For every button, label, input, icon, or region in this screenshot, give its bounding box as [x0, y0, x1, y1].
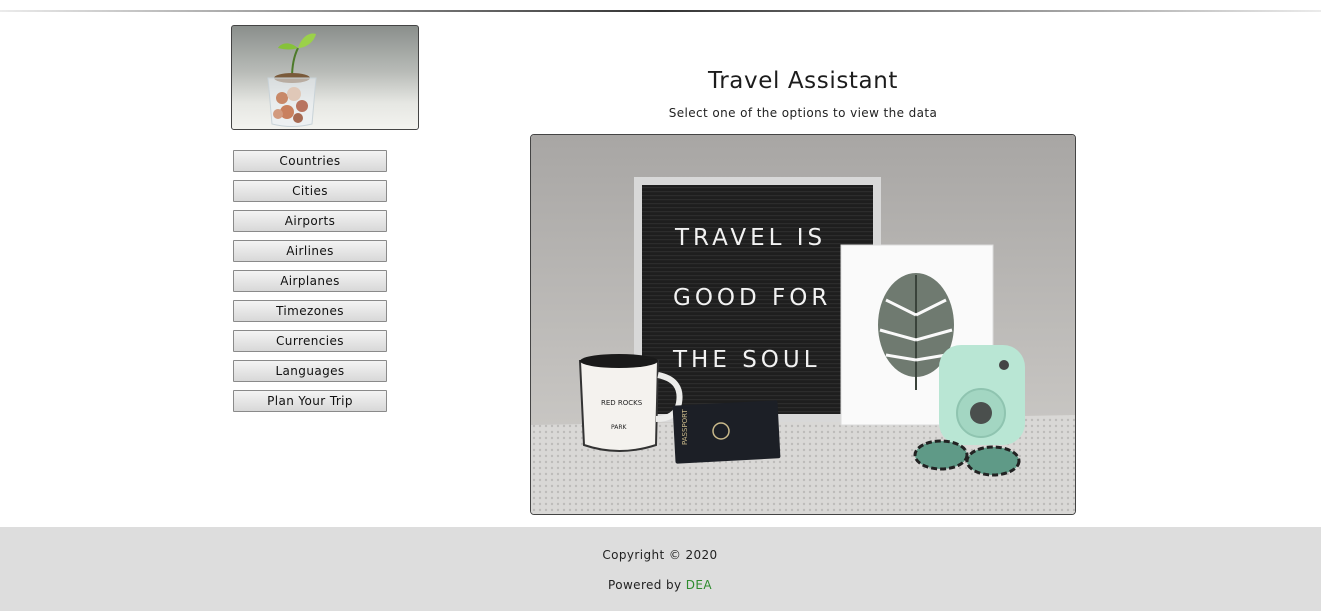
board-line-2: GOOD FOR: [673, 285, 831, 311]
timezones-button[interactable]: Timezones: [233, 300, 387, 322]
sidebar-nav: Countries Cities Airports Airlines Airpl…: [233, 150, 387, 420]
mug-text-2: PARK: [611, 424, 628, 431]
passport-text: PASSPORT: [681, 408, 689, 445]
powered-by-label: Powered by: [608, 578, 686, 592]
board-line-3: THE SOUL: [672, 347, 821, 373]
hero-image: TRAVEL IS GOOD FOR THE SOUL RED ROCKS PA…: [530, 134, 1076, 515]
airplanes-button[interactable]: Airplanes: [233, 270, 387, 292]
footer: Copyright © 2020 Powered by DEA: [0, 527, 1321, 611]
board-line-1: TRAVEL IS: [674, 225, 826, 251]
airlines-button[interactable]: Airlines: [233, 240, 387, 262]
plan-your-trip-button[interactable]: Plan Your Trip: [233, 390, 387, 412]
currencies-button[interactable]: Currencies: [233, 330, 387, 352]
cities-button[interactable]: Cities: [233, 180, 387, 202]
mug-text-1: RED ROCKS: [601, 399, 643, 407]
languages-button[interactable]: Languages: [233, 360, 387, 382]
powered-by: Powered by DEA: [560, 578, 760, 592]
page-title: Travel Assistant: [707, 68, 899, 94]
airports-button[interactable]: Airports: [233, 210, 387, 232]
countries-button[interactable]: Countries: [233, 150, 387, 172]
logo-image: [231, 25, 419, 130]
top-divider: [0, 10, 1321, 12]
copyright-text: Copyright © 2020: [602, 548, 718, 562]
plant-jar-icon: [267, 33, 317, 127]
brand-link[interactable]: DEA: [686, 578, 712, 592]
page-subtitle: Select one of the options to view the da…: [668, 106, 938, 120]
travel-photo: TRAVEL IS GOOD FOR THE SOUL RED ROCKS PA…: [531, 135, 1075, 514]
